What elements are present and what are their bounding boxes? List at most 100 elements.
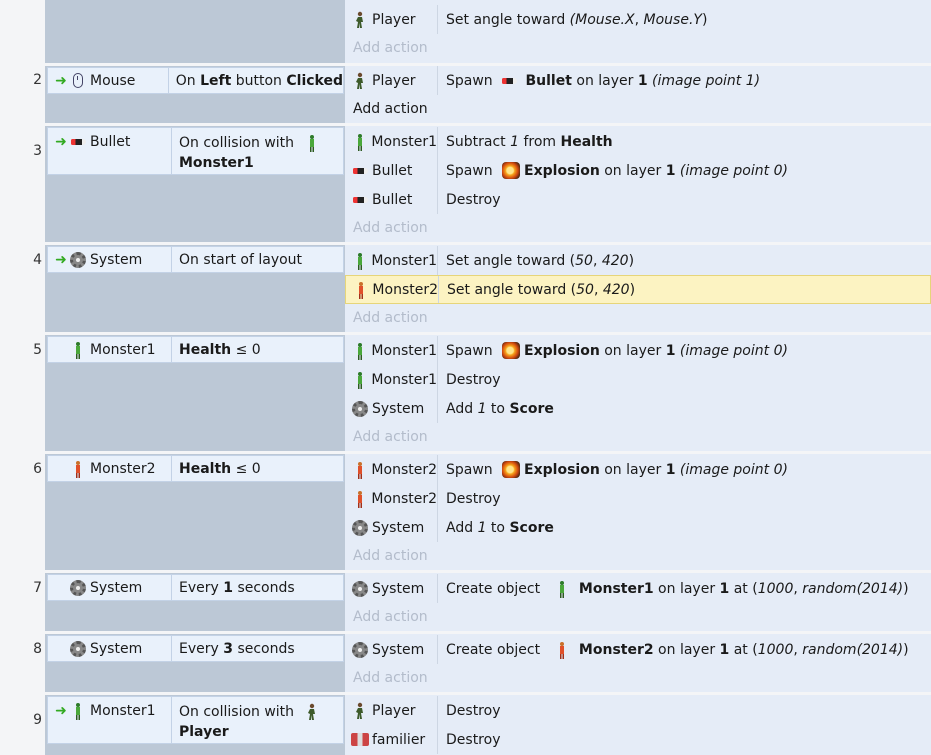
action-row[interactable]: Monster1 Subtract 1 from Health xyxy=(345,127,931,156)
action-row[interactable]: Monster1 Destroy xyxy=(345,365,931,394)
action-row[interactable]: Monster2 Destroy xyxy=(345,484,931,513)
action-row[interactable]: Bullet Spawn Explosion on layer 1 (image… xyxy=(345,156,931,185)
gear-icon xyxy=(351,518,369,538)
action-object-label: Bullet xyxy=(372,162,413,179)
action-row[interactable]: Monster1 Spawn Explosion on layer 1 (ima… xyxy=(345,336,931,365)
explosion-icon xyxy=(501,342,520,359)
add-action-link[interactable]: Add action xyxy=(353,40,428,56)
action-text: Add 1 to Score xyxy=(446,519,554,536)
action-row[interactable]: Bullet Destroy xyxy=(345,185,931,214)
condition-row[interactable]: ➜ Monster1 On collision with Player xyxy=(47,696,344,744)
monster2-icon xyxy=(553,640,571,660)
action-row[interactable]: System Add 1 to Score xyxy=(345,513,931,542)
action-object-label: Monster1 xyxy=(371,342,437,359)
monster1-icon xyxy=(351,341,368,361)
action-text: Set angle toward (50, 420) xyxy=(446,252,635,269)
add-action-link[interactable]: Add action xyxy=(353,670,428,686)
condition-row[interactable]: System Every 1 seconds xyxy=(47,574,344,601)
monster2-icon xyxy=(352,280,369,300)
explosion-icon xyxy=(501,162,520,179)
action-object-label: Monster2 xyxy=(372,281,438,298)
action-object-label: System xyxy=(372,580,425,597)
add-action-link[interactable]: Add action xyxy=(353,609,428,625)
condition-line1: On collision with xyxy=(179,135,295,151)
condition-text: On collision with Player xyxy=(171,697,343,743)
action-text: Set angle toward (Mouse.X, Mouse.Y) xyxy=(446,11,708,28)
add-action-link[interactable]: Add action xyxy=(353,220,428,236)
condition-line2: Monster1 xyxy=(179,155,254,171)
action-row[interactable]: System Create object Monster1 on layer 1… xyxy=(345,574,931,603)
action-row[interactable]: System Add 1 to Score xyxy=(345,394,931,423)
mouse-icon xyxy=(69,71,87,91)
event-number: 6 xyxy=(33,461,42,477)
condition-object-label: Bullet xyxy=(90,133,131,150)
player-icon xyxy=(351,701,369,721)
event-number: 7 xyxy=(33,580,42,596)
gear-icon xyxy=(351,579,369,599)
action-text: Create object Monster1 on layer 1 at (10… xyxy=(446,579,909,599)
condition-text: On collision with Monster1 xyxy=(171,128,343,174)
condition-object-label: Mouse xyxy=(90,72,136,89)
add-action-link[interactable]: Add action xyxy=(353,310,428,326)
event-sheet: Player Set angle toward (Mouse.X, Mouse.… xyxy=(0,0,931,755)
condition-row[interactable]: ➜ Bullet On collision with Monster1 xyxy=(47,127,344,175)
condition-text: Every 3 seconds xyxy=(171,636,343,661)
condition-column xyxy=(45,0,345,63)
monster1-icon xyxy=(69,340,87,360)
condition-line2: Player xyxy=(179,724,229,740)
condition-text: Health ≤ 0 xyxy=(171,337,343,362)
gear-icon xyxy=(351,399,369,419)
action-text: Set angle toward (50, 420) xyxy=(447,281,636,298)
action-object-label: Monster2 xyxy=(371,461,437,478)
condition-object-label: System xyxy=(90,579,143,596)
event-number: 5 xyxy=(33,342,42,358)
trigger-arrow-icon: ➜ xyxy=(55,72,67,89)
action-text: Spawn Explosion on layer 1 (image point … xyxy=(446,342,788,359)
action-row[interactable]: familier Destroy xyxy=(345,725,931,754)
add-action-link[interactable]: Add action xyxy=(353,548,428,564)
action-text: Spawn Explosion on layer 1 (image point … xyxy=(446,461,788,478)
add-action-link[interactable]: Add action xyxy=(353,429,428,445)
action-object-label: Player xyxy=(372,72,416,89)
add-action-link[interactable]: Add action xyxy=(353,101,428,117)
action-text: Destroy xyxy=(446,490,501,507)
action-row[interactable]: Player Destroy xyxy=(345,696,931,725)
condition-row[interactable]: ➜ System On start of layout xyxy=(47,246,344,273)
action-text: Create object Monster2 on layer 1 at (10… xyxy=(446,640,909,660)
condition-object-label: Monster2 xyxy=(90,460,156,477)
explosion-icon xyxy=(501,461,520,478)
action-row[interactable]: Player Spawn Bullet on layer 1 (image po… xyxy=(345,66,931,95)
monster1-icon xyxy=(351,132,368,152)
event-number: 2 xyxy=(33,72,42,88)
action-row[interactable]: Player Set angle toward (Mouse.X, Mouse.… xyxy=(345,5,931,34)
action-object-label: Player xyxy=(372,702,416,719)
condition-object-label: Monster1 xyxy=(90,702,156,719)
trigger-arrow-icon: ➜ xyxy=(55,702,67,719)
action-text: Destroy xyxy=(446,371,501,388)
bullet-icon xyxy=(351,190,369,210)
condition-row[interactable]: ➜ Mouse On Left button Clicked xyxy=(47,67,344,94)
condition-text: Every 1 seconds xyxy=(171,575,343,600)
condition-text: On start of layout xyxy=(171,247,343,272)
action-row-selected[interactable]: Monster2 Set angle toward (50, 420) xyxy=(345,275,931,304)
player-icon xyxy=(351,71,369,91)
condition-row[interactable]: Monster2 Health ≤ 0 xyxy=(47,455,344,482)
condition-row[interactable]: System Every 3 seconds xyxy=(47,635,344,662)
monster2-icon xyxy=(351,489,368,509)
monster1-icon xyxy=(351,251,368,271)
action-row[interactable]: Monster1 Set angle toward (50, 420) xyxy=(345,246,931,275)
monster1-icon xyxy=(553,579,571,599)
event-number: 9 xyxy=(33,712,42,728)
action-row[interactable]: Monster2 Spawn Explosion on layer 1 (ima… xyxy=(345,455,931,484)
gear-icon xyxy=(69,250,87,270)
action-row[interactable]: System Create object Monster2 on layer 1… xyxy=(345,635,931,664)
action-object-label: Player xyxy=(372,11,416,28)
action-text: Destroy xyxy=(446,702,501,719)
monster2-icon xyxy=(69,459,87,479)
action-object-label: familier xyxy=(372,731,426,748)
gear-icon xyxy=(69,639,87,659)
gear-icon xyxy=(351,640,369,660)
condition-row[interactable]: Monster1 Health ≤ 0 xyxy=(47,336,344,363)
monster1-icon xyxy=(69,701,87,721)
action-object-label: Monster1 xyxy=(371,252,437,269)
